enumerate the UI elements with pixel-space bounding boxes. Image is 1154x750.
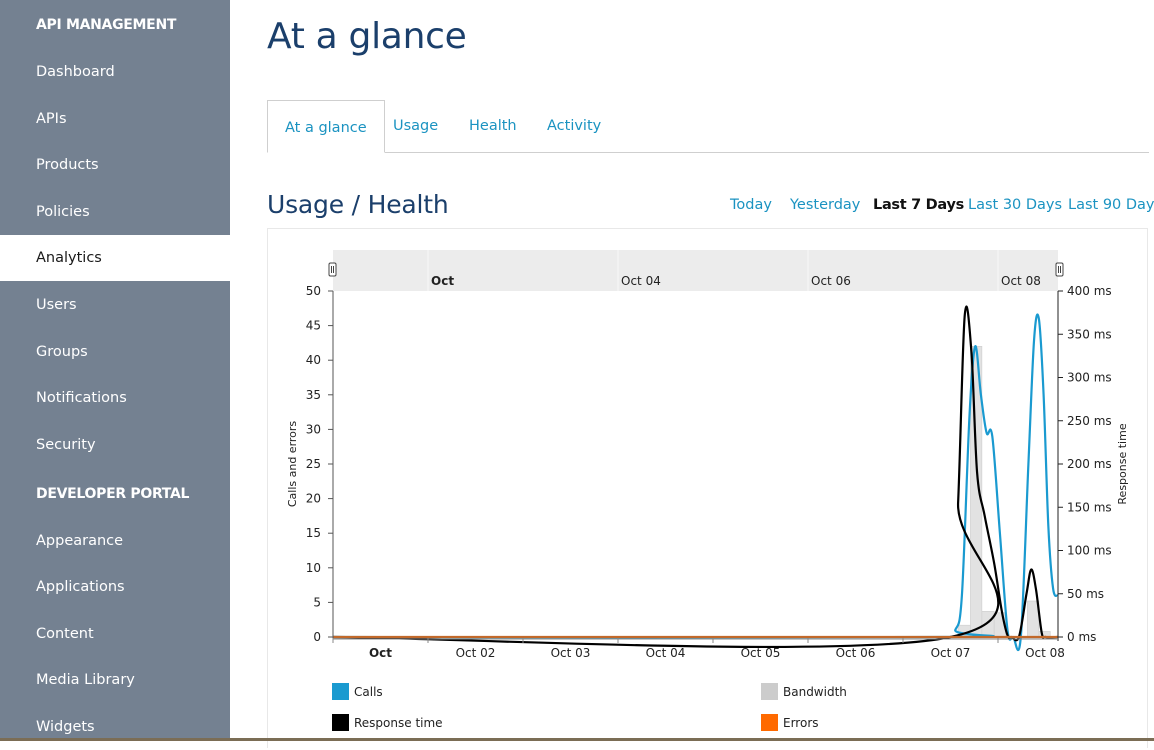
sidebar-item-products[interactable]: Products — [0, 142, 230, 188]
navigator-right-handle[interactable] — [1055, 262, 1064, 277]
navigator-label: Oct 08 — [1001, 274, 1041, 288]
sidebar-item-policies[interactable]: Policies — [0, 189, 230, 235]
tab-activity[interactable]: Activity — [547, 100, 601, 152]
tab-usage[interactable]: Usage — [393, 100, 438, 152]
tab-at-a-glance[interactable]: At a glance — [267, 100, 385, 153]
sidebar-item-widgets[interactable]: Widgets — [0, 704, 230, 750]
sidebar-item-appearance[interactable]: Appearance — [0, 518, 230, 564]
sidebar-item-users[interactable]: Users — [0, 282, 230, 328]
sidebar: API MANAGEMENT Dashboard APIs Products P… — [0, 0, 230, 741]
range-last-90-days[interactable]: Last 90 Days — [1068, 197, 1154, 213]
range-today[interactable]: Today — [730, 197, 772, 213]
range-last-30-days[interactable]: Last 30 Days — [968, 197, 1062, 213]
navigator-label: Oct 06 — [811, 274, 851, 288]
sidebar-item-groups[interactable]: Groups — [0, 329, 230, 375]
sidebar-item-applications[interactable]: Applications — [0, 564, 230, 610]
sidebar-section-developer-portal: DEVELOPER PORTAL — [36, 486, 190, 502]
sidebar-section-api-management: API MANAGEMENT — [36, 17, 177, 33]
tab-health[interactable]: Health — [469, 100, 517, 152]
page-title: At a glance — [267, 16, 467, 57]
section-title: Usage / Health — [267, 190, 449, 219]
sidebar-item-security[interactable]: Security — [0, 422, 230, 468]
range-yesterday[interactable]: Yesterday — [790, 197, 860, 213]
tab-bar: At a glance Usage Health Activity — [267, 100, 1149, 153]
sidebar-item-notifications[interactable]: Notifications — [0, 375, 230, 421]
main-content: At a glance At a glance Usage Health Act… — [230, 0, 1154, 748]
range-last-7-days[interactable]: Last 7 Days — [873, 197, 964, 213]
sidebar-item-apis[interactable]: APIs — [0, 96, 230, 142]
sidebar-item-media-library[interactable]: Media Library — [0, 657, 230, 703]
navigator-label: Oct — [431, 274, 454, 288]
navigator-label: Oct 04 — [621, 274, 661, 288]
sidebar-item-content[interactable]: Content — [0, 611, 230, 657]
range-navigator[interactable]: Oct Oct 04 Oct 06 Oct 08 — [328, 250, 1064, 291]
chart-container — [267, 228, 1148, 748]
sidebar-item-analytics[interactable]: Analytics — [0, 235, 230, 281]
navigator-left-handle[interactable] — [328, 262, 337, 277]
sidebar-item-dashboard[interactable]: Dashboard — [0, 49, 230, 95]
